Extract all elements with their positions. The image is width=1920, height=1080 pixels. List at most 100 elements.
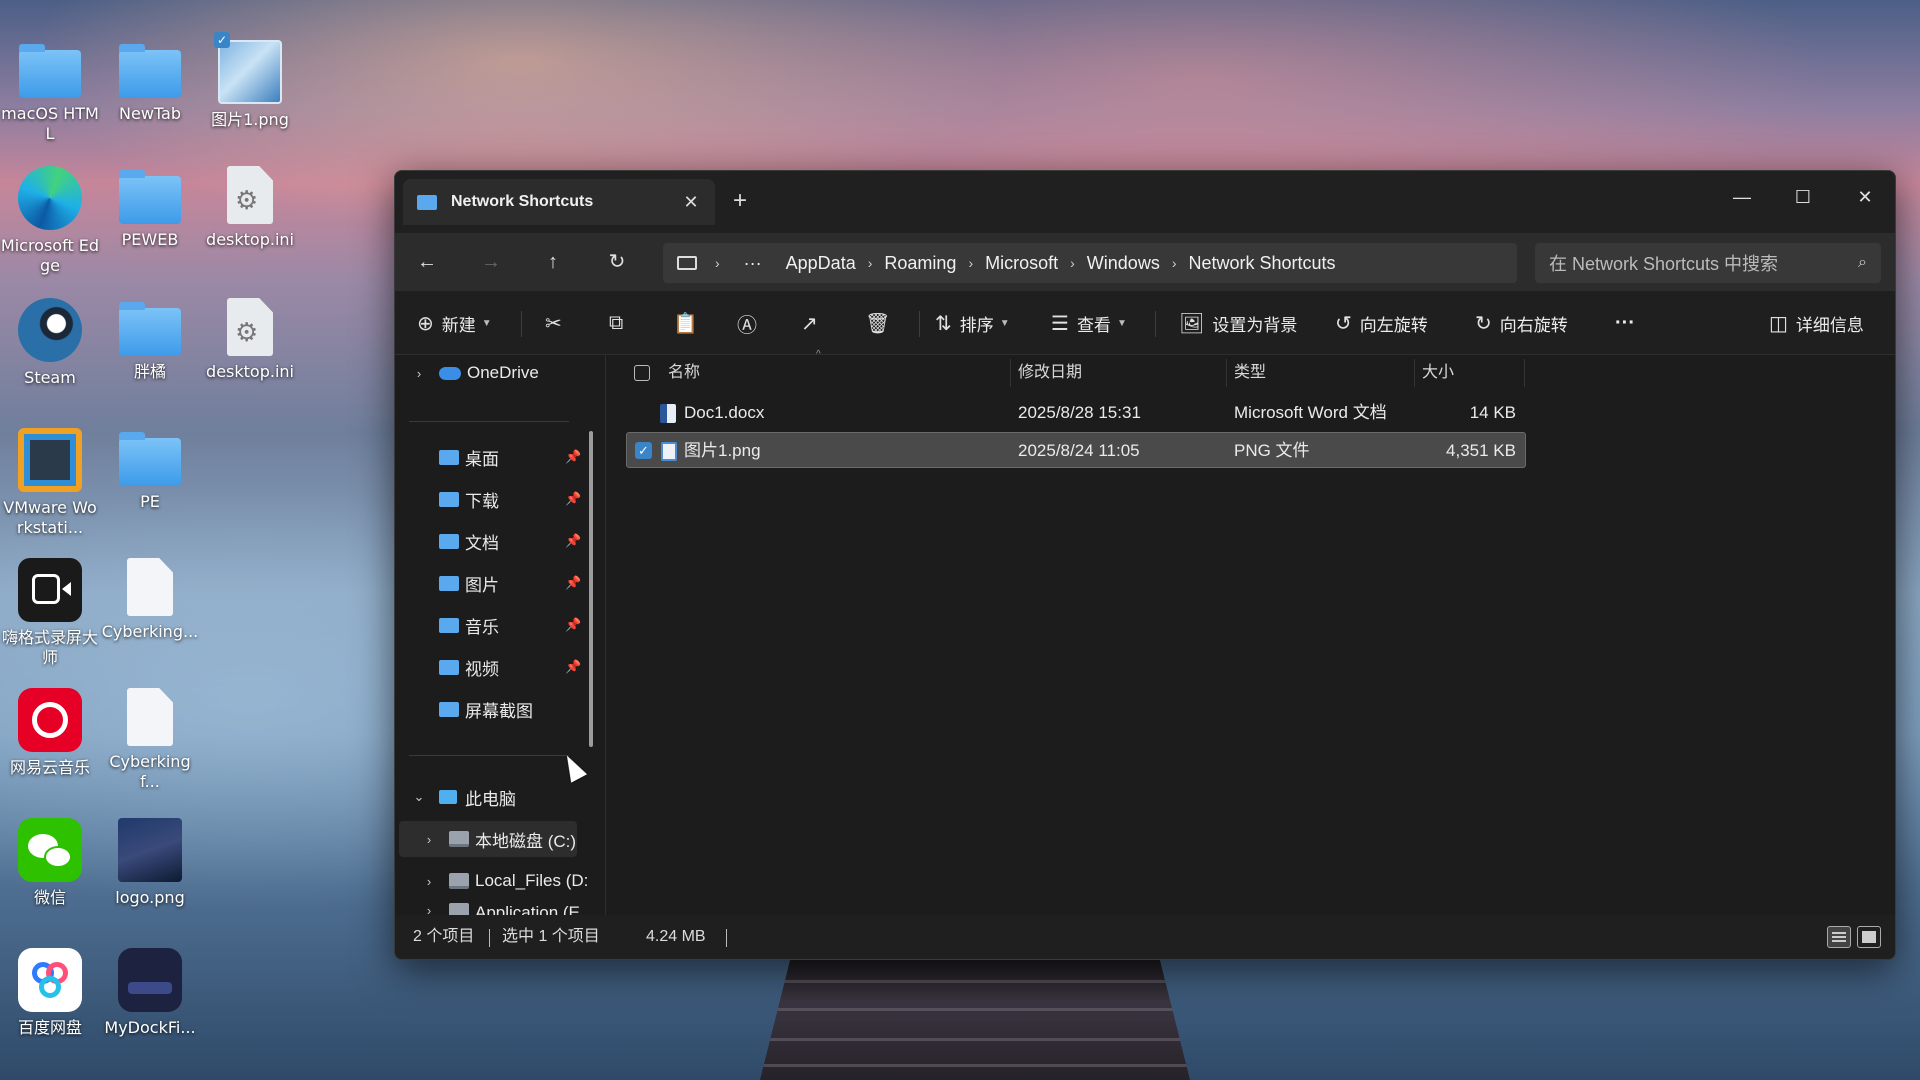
sidebar-item-music[interactable]: 音乐 📌: [439, 607, 581, 643]
scissors-icon: ✂: [545, 312, 562, 335]
desktop-icon-mydock[interactable]: MyDockFi...: [100, 948, 200, 1038]
new-button[interactable]: ⊕ 新建 ▼: [417, 305, 492, 341]
desktop-icon-baidu-netdisk[interactable]: 百度网盘: [0, 948, 100, 1038]
status-item-count: 2 个项目: [413, 928, 475, 945]
pin-icon[interactable]: 📌: [565, 491, 581, 507]
minimize-button[interactable]: —: [1712, 177, 1772, 217]
address-bar[interactable]: › ··· AppData › Roaming › Microsoft › Wi…: [663, 243, 1517, 283]
desktop-icon-cyberking-1[interactable]: Cyberking...: [100, 558, 200, 642]
sidebar-item-onedrive[interactable]: › OneDrive: [409, 355, 539, 391]
chevron-right-icon: ›: [416, 365, 422, 381]
refresh-button[interactable]: ↻: [599, 246, 635, 278]
pin-icon[interactable]: 📌: [565, 659, 581, 675]
computer-icon: [439, 790, 457, 804]
desktop-icon-pe[interactable]: PE: [100, 428, 200, 512]
desktop-icon-peweb[interactable]: PEWEB: [100, 166, 200, 250]
select-all-checkbox[interactable]: [634, 365, 650, 381]
desktop-icon-screen-recorder[interactable]: 嗨格式录屏大师: [0, 558, 100, 668]
sidebar-item-screenshots[interactable]: 屏幕截图: [439, 691, 533, 727]
sidebar-item-this-pc[interactable]: ⌄ 此电脑: [409, 779, 516, 815]
desktop-icon-desktop-ini-1[interactable]: desktop.ini: [200, 166, 300, 250]
desktop-icon-netease-music[interactable]: 网易云音乐: [0, 688, 100, 778]
file-type: PNG 文件: [1234, 441, 1310, 460]
desktop-icon-pangju[interactable]: 胖橘: [100, 298, 200, 382]
details-pane-button[interactable]: ◫ 详细信息: [1769, 305, 1864, 341]
up-button[interactable]: ↑: [535, 246, 571, 278]
breadcrumb-appdata[interactable]: AppData: [786, 253, 856, 274]
checkbox-checked-icon[interactable]: ✓: [635, 442, 652, 459]
sidebar-item-downloads[interactable]: 下载 📌: [439, 481, 581, 517]
wallpaper-pier: [760, 960, 1190, 1080]
desktop-icon-vmware[interactable]: VMware Workstati...: [0, 428, 100, 538]
pin-icon[interactable]: 📌: [565, 533, 581, 549]
toolbar-divider: [1155, 311, 1156, 337]
sidebar-item-documents[interactable]: 文档 📌: [439, 523, 581, 559]
computer-icon: [677, 256, 697, 270]
sidebar-item-pictures[interactable]: 图片 📌: [439, 565, 581, 601]
copy-icon: ⧉: [609, 311, 624, 334]
desktop-icon-logo-png[interactable]: logo.png: [100, 818, 200, 908]
more-options-button[interactable]: ···: [1615, 305, 1635, 341]
forward-button[interactable]: →: [473, 246, 509, 278]
details-view-icon: [1832, 932, 1846, 934]
tab-close-icon[interactable]: ✕: [679, 192, 703, 213]
large-icons-view-button[interactable]: [1857, 926, 1881, 948]
pin-icon[interactable]: 📌: [565, 575, 581, 591]
copy-button[interactable]: ⧉: [609, 305, 631, 341]
sort-button[interactable]: ⇅ 排序 ▼: [935, 305, 1010, 341]
column-header-modified[interactable]: 修改日期: [1018, 355, 1082, 391]
desktop-icon-wechat[interactable]: 微信: [0, 818, 100, 908]
pin-icon[interactable]: 📌: [565, 617, 581, 633]
desktop-icon-macos-html[interactable]: macOS HTML: [0, 40, 100, 144]
desktop-icon-picture1[interactable]: ✓ 图片1.png: [200, 32, 300, 130]
paste-button[interactable]: 📋: [673, 305, 706, 341]
more-icon: ···: [1615, 311, 1635, 334]
breadcrumb-network-shortcuts[interactable]: Network Shortcuts: [1189, 253, 1336, 274]
breadcrumb-windows[interactable]: Windows: [1087, 253, 1160, 274]
column-header-size[interactable]: 大小: [1422, 355, 1454, 391]
folder-icon: [119, 170, 181, 224]
maximize-button[interactable]: ☐: [1773, 177, 1833, 217]
rotate-left-button[interactable]: ↺ 向左旋转: [1335, 305, 1428, 341]
sidebar-item-videos[interactable]: 视频 📌: [439, 649, 581, 685]
details-view-button[interactable]: [1827, 926, 1851, 948]
netease-music-icon: [18, 688, 82, 752]
sidebar-item-drive-c[interactable]: › 本地磁盘 (C:): [399, 821, 577, 857]
search-icon: ⌕: [1858, 254, 1867, 271]
folder-icon: [19, 44, 81, 98]
breadcrumb-more[interactable]: ···: [744, 253, 762, 274]
rotate-right-button[interactable]: ↻ 向右旋转: [1475, 305, 1568, 341]
chevron-right-icon: ›: [426, 873, 432, 889]
close-window-button[interactable]: ✕: [1835, 177, 1895, 217]
search-box[interactable]: 在 Network Shortcuts 中搜索 ⌕: [1535, 243, 1881, 283]
share-button[interactable]: ↗: [801, 305, 826, 341]
rename-button[interactable]: Ⓐ: [737, 305, 765, 341]
set-as-background-button[interactable]: 🖼 设置为背景: [1179, 305, 1297, 341]
sidebar-scrollbar[interactable]: [589, 431, 593, 747]
desktop-icon-steam[interactable]: Steam: [0, 298, 100, 388]
delete-button[interactable]: 🗑: [865, 305, 898, 341]
desktop-folder-icon: [439, 449, 459, 465]
column-header-type[interactable]: 类型: [1234, 355, 1266, 391]
breadcrumb-roaming[interactable]: Roaming: [884, 253, 956, 274]
desktop-icon-cyberking-2[interactable]: Cyberkingf...: [100, 688, 200, 792]
column-header-name[interactable]: 名称: [668, 355, 700, 391]
new-tab-button[interactable]: +: [733, 187, 747, 215]
pin-icon[interactable]: 📌: [565, 449, 581, 465]
sidebar-divider: [409, 421, 569, 422]
drive-icon: [449, 873, 469, 889]
word-file-icon: [660, 404, 676, 423]
file-row-picture1[interactable]: ✓ 图片1.png 2025/8/24 11:05 PNG 文件 4,351 K…: [626, 432, 1526, 468]
sidebar-item-desktop[interactable]: 桌面 📌: [439, 439, 581, 475]
breadcrumb-microsoft[interactable]: Microsoft: [985, 253, 1058, 274]
tab-network-shortcuts[interactable]: Network Shortcuts ✕: [403, 179, 715, 225]
view-button[interactable]: ☰ 查看 ▼: [1051, 305, 1127, 341]
sidebar-item-drive-d[interactable]: › Local_Files (D:: [419, 863, 589, 899]
cut-button[interactable]: ✂: [545, 305, 570, 341]
command-bar: ⊕ 新建 ▼ ✂ ⧉ 📋 Ⓐ ↗ 🗑 ⇅ 排序 ▼ ☰ 查看 ▼ 🖼 设置为背景…: [395, 291, 1895, 355]
desktop-icon-newtab[interactable]: NewTab: [100, 40, 200, 124]
desktop-icon-desktop-ini-2[interactable]: desktop.ini: [200, 298, 300, 382]
file-row-doc1[interactable]: Doc1.docx 2025/8/28 15:31 Microsoft Word…: [626, 395, 1526, 431]
back-button[interactable]: ←: [409, 246, 445, 278]
desktop-icon-microsoft-edge[interactable]: Microsoft Edge: [0, 166, 100, 276]
